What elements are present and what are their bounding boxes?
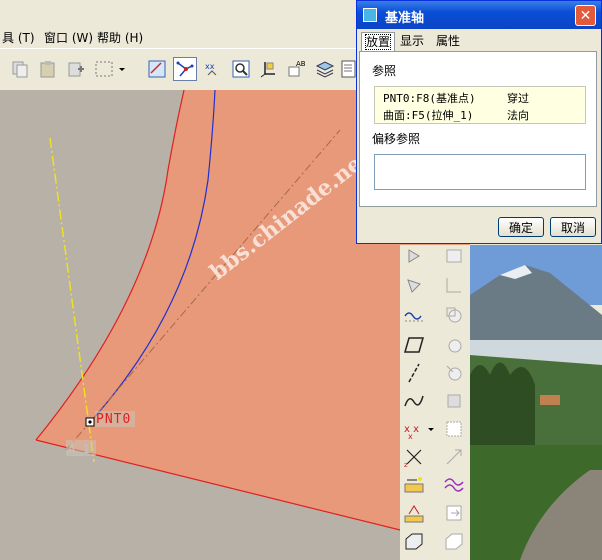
column2-icon-6[interactable] [442, 389, 466, 413]
datum-axis-tag[interactable]: A_1 [68, 442, 90, 456]
svg-text:xx: xx [205, 62, 215, 71]
column2-icon-1[interactable] [442, 245, 466, 269]
dialog-title: 基准轴 [385, 11, 425, 26]
references-list[interactable]: PNT0:F8(基准点) 穿过 曲面:F5(拉伸_1) 法向 [374, 86, 586, 124]
datum-point-label[interactable]: PNT0 [96, 412, 131, 427]
csys-tool-icon[interactable]: z [402, 445, 426, 469]
column2-icon-10[interactable] [442, 501, 466, 525]
select-box-icon[interactable] [92, 57, 116, 81]
svg-text:AB: AB [296, 60, 306, 68]
column2-icon-8[interactable] [442, 445, 466, 469]
column2-icon-11[interactable] [442, 529, 466, 553]
datum-plane-display-icon[interactable] [145, 57, 169, 81]
analysis-tool-icon[interactable] [402, 473, 426, 497]
tab-placement[interactable]: 放置 [361, 32, 396, 52]
desktop-wallpaper [470, 245, 602, 560]
svg-text:z: z [404, 461, 408, 468]
menu-window[interactable]: 窗口 (W) [44, 29, 93, 46]
offset-references-label: 偏移参照 [372, 132, 421, 146]
copy-icon[interactable] [8, 57, 32, 81]
column2-icon-5[interactable] [442, 361, 466, 385]
datum-axis-display-icon[interactable] [173, 57, 197, 81]
close-icon[interactable]: ✕ [575, 5, 596, 26]
menu-bar: 具 (T) 窗口 (W) 帮助 (H) [0, 23, 360, 47]
dropdown-icon[interactable] [116, 57, 128, 81]
reference-item-2[interactable]: 曲面:F5(拉伸_1) [383, 107, 473, 123]
menu-tools[interactable]: 具 (T) [2, 29, 35, 46]
svg-text:x: x [408, 432, 413, 440]
column2-icon-7[interactable] [442, 417, 466, 441]
right-toolbar: x xx z [400, 245, 470, 560]
menu-help[interactable]: 帮助 (H) [97, 29, 143, 46]
paste-special-icon[interactable] [64, 57, 88, 81]
column2-icon-9[interactable] [442, 473, 466, 497]
datum-point-display-icon[interactable]: xx [201, 57, 225, 81]
paste-icon[interactable] [36, 57, 60, 81]
column2-icon-4[interactable] [442, 333, 466, 357]
app-icon [363, 8, 377, 22]
sketch-curve-tool-icon[interactable] [402, 303, 426, 327]
feature-tool-icon[interactable] [402, 529, 426, 553]
point-tool-icon[interactable]: x xx [402, 417, 426, 441]
axis-tool-icon[interactable] [402, 361, 426, 385]
measure-tool-icon[interactable] [402, 501, 426, 525]
column2-icon-2[interactable] [442, 273, 466, 297]
datum-axis-dialog: 基准轴 ✕ 放置 显示 属性 参照 PNT0:F8(基准点) 穿过 曲面:F5(… [356, 0, 602, 244]
reference-item-1[interactable]: PNT0:F8(基准点) [383, 90, 476, 106]
tab-placement-label: 放置 [365, 34, 392, 50]
ok-button[interactable]: 确定 [498, 217, 544, 237]
placement-panel: 参照 PNT0:F8(基准点) 穿过 曲面:F5(拉伸_1) 法向 偏移参照 [359, 51, 597, 207]
csys-display-icon[interactable] [257, 57, 281, 81]
reference-constraint-2[interactable]: 法向 [507, 107, 529, 123]
reference-constraint-1[interactable]: 穿过 [507, 90, 529, 106]
curve-tool-icon[interactable] [402, 389, 426, 413]
datum-point-tool-icon[interactable] [402, 273, 426, 297]
toolbar: xx AB [0, 48, 360, 91]
column2-icon-3[interactable] [442, 303, 466, 327]
zoom-window-icon[interactable] [229, 57, 253, 81]
layers-icon[interactable] [313, 57, 337, 81]
annotation-display-icon[interactable]: AB [285, 57, 309, 81]
tab-properties[interactable]: 属性 [433, 32, 463, 51]
point-tool-dropdown-icon[interactable] [426, 417, 436, 441]
dialog-title-bar[interactable]: 基准轴 ✕ [357, 1, 601, 29]
plane-tool-icon[interactable] [402, 333, 426, 357]
references-label: 参照 [372, 64, 397, 78]
offset-references-list[interactable] [374, 154, 586, 190]
datum-plane-tool-icon[interactable] [402, 245, 426, 269]
cancel-button[interactable]: 取消 [550, 217, 596, 237]
tab-display[interactable]: 显示 [397, 32, 427, 51]
